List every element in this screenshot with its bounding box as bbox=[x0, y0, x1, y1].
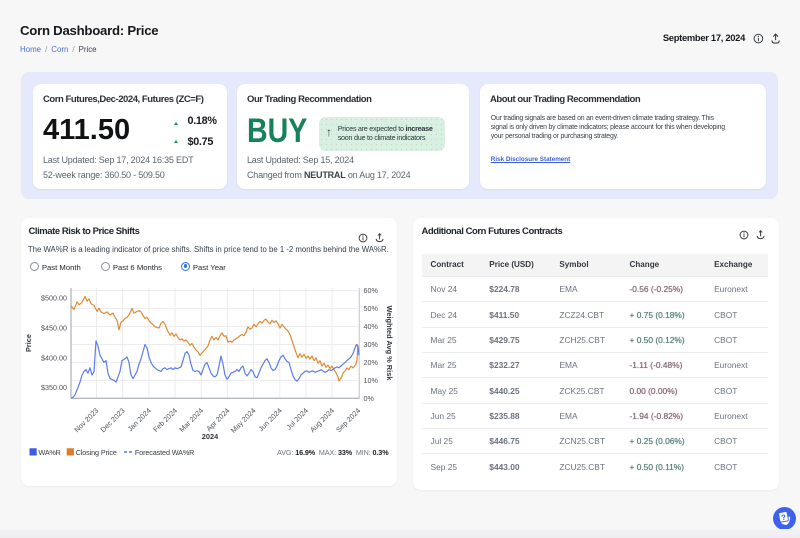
svg-text:40%: 40% bbox=[364, 322, 379, 331]
svg-text:0%: 0% bbox=[364, 394, 375, 403]
svg-text:10%: 10% bbox=[364, 376, 379, 385]
svg-text:$450.00: $450.00 bbox=[41, 324, 67, 333]
svg-text:AVG: 16.9% MAX: 33% MIN: 0.3: AVG: 16.9% MAX: 33% MIN: 0.3% bbox=[277, 448, 389, 457]
svg-text:$350.00: $350.00 bbox=[41, 383, 67, 392]
svg-text:Jul 2024: Jul 2024 bbox=[284, 406, 310, 432]
svg-text:Feb 2024: Feb 2024 bbox=[151, 406, 179, 434]
svg-text:Forecasted WA%R: Forecasted WA%R bbox=[135, 448, 194, 457]
svg-text:Closing Price: Closing Price bbox=[76, 448, 117, 457]
svg-text:Aug 2024: Aug 2024 bbox=[308, 406, 336, 434]
svg-text:Weighted Avg % Risk: Weighted Avg % Risk bbox=[385, 306, 394, 382]
svg-text:60%: 60% bbox=[364, 286, 379, 295]
svg-text:30%: 30% bbox=[364, 340, 379, 349]
svg-text:Sep 2024: Sep 2024 bbox=[334, 406, 362, 434]
svg-text:Price: Price bbox=[24, 334, 33, 352]
svg-text:Apr 2024: Apr 2024 bbox=[204, 406, 231, 433]
svg-text:2024: 2024 bbox=[202, 432, 219, 441]
svg-text:Mar 2024: Mar 2024 bbox=[177, 406, 205, 434]
svg-text:50%: 50% bbox=[364, 304, 379, 313]
svg-text:WA%R: WA%R bbox=[39, 448, 61, 457]
svg-text:Jan 2024: Jan 2024 bbox=[126, 406, 153, 433]
svg-text:$400.00: $400.00 bbox=[41, 353, 67, 362]
svg-text:20%: 20% bbox=[364, 358, 379, 367]
svg-text:Dec 2023: Dec 2023 bbox=[98, 406, 126, 434]
svg-text:May 2024: May 2024 bbox=[229, 406, 258, 435]
svg-text:Nov 2023: Nov 2023 bbox=[72, 406, 100, 434]
svg-text:Jun 2024: Jun 2024 bbox=[256, 406, 283, 433]
svg-text:$500.00: $500.00 bbox=[41, 294, 67, 303]
